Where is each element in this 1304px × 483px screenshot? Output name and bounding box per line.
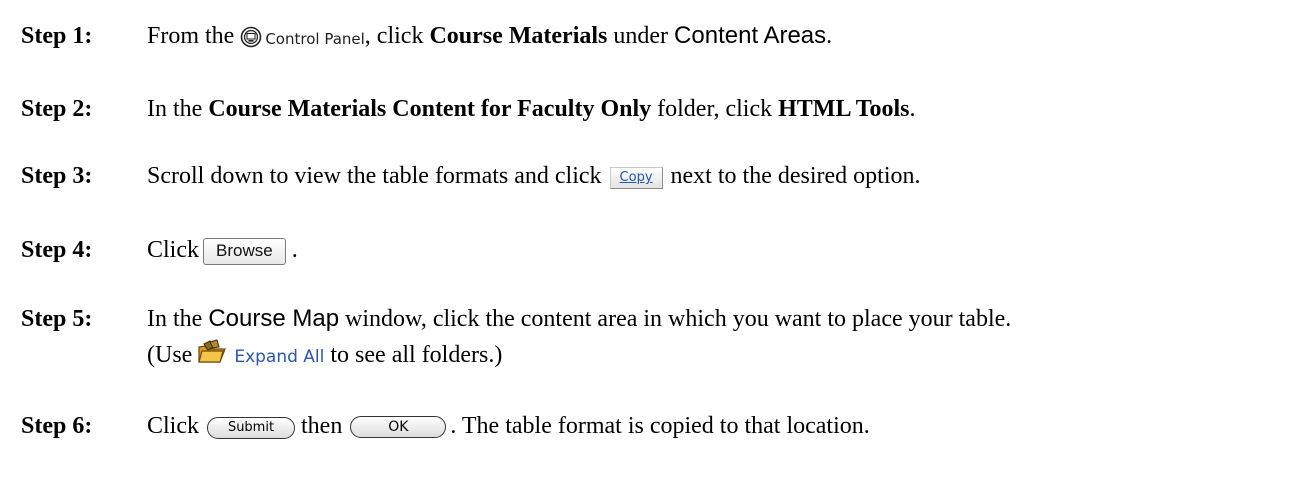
control-panel-label: Control Panel <box>265 30 365 48</box>
content-areas-label: Content Areas <box>674 22 827 49</box>
html-tools-bold: HTML Tools <box>778 96 910 122</box>
folder-expand-icon <box>198 339 227 363</box>
text-fragment: From the <box>147 23 235 49</box>
text-fragment: . The table format is copied to that loc… <box>450 413 870 439</box>
text-fragment: under <box>613 23 669 49</box>
text-fragment: (Use <box>147 342 193 368</box>
ok-button[interactable]: OK <box>350 416 447 438</box>
step-text: From the Control Panel, click Course Mat… <box>147 22 832 53</box>
step-text: In the Course Map window, click the cont… <box>147 305 1011 333</box>
text-fragment: . <box>909 96 916 122</box>
step-text: (Use Expand All to see all folders.) <box>147 339 502 371</box>
text-fragment: window, click the content area in which … <box>345 306 1012 332</box>
step-label: Step 6: <box>21 413 93 439</box>
step-label: Step 5: <box>21 306 93 332</box>
course-materials-bold: Course Materials <box>429 23 608 49</box>
text-fragment: In the <box>147 96 203 122</box>
text-fragment: . <box>291 237 298 263</box>
step-text: Click Submit then OK. The table format is c… <box>147 412 870 440</box>
text-fragment: . <box>826 23 833 49</box>
control-panel-icon <box>241 26 262 48</box>
expand-all-label: Expand All <box>234 347 325 367</box>
copy-button[interactable]: Copy <box>609 167 663 189</box>
step-label: Step 1: <box>21 23 93 49</box>
text-fragment: then <box>301 413 343 439</box>
text-fragment: , click <box>364 23 424 49</box>
text-fragment: Scroll down to view the table formats an… <box>147 163 602 189</box>
text-fragment: folder, click <box>657 96 773 122</box>
text-fragment: to see all folders.) <box>330 342 503 368</box>
step-label: Step 2: <box>21 96 93 122</box>
folder-name-bold: Course Materials Content for Faculty Onl… <box>208 96 652 122</box>
text-fragment: Click <box>147 413 199 439</box>
expand-all-link[interactable]: Expand All <box>192 339 324 371</box>
browse-button[interactable]: Browse <box>203 238 286 265</box>
submit-button[interactable]: Submit <box>207 417 295 439</box>
step-label: Step 3: <box>21 163 93 189</box>
text-fragment: Click <box>147 237 199 263</box>
course-map-label: Course Map <box>208 305 340 332</box>
text-fragment: In the <box>147 306 203 332</box>
text-fragment: next to the desired option. <box>670 163 921 189</box>
step-text: Scroll down to view the table formats an… <box>147 162 920 190</box>
step-label: Step 4: <box>21 237 93 263</box>
control-panel-link[interactable]: Control Panel <box>240 25 365 53</box>
step-text: Click Browse . <box>147 236 298 265</box>
step-text: In the Course Materials Content for Facu… <box>147 95 916 123</box>
